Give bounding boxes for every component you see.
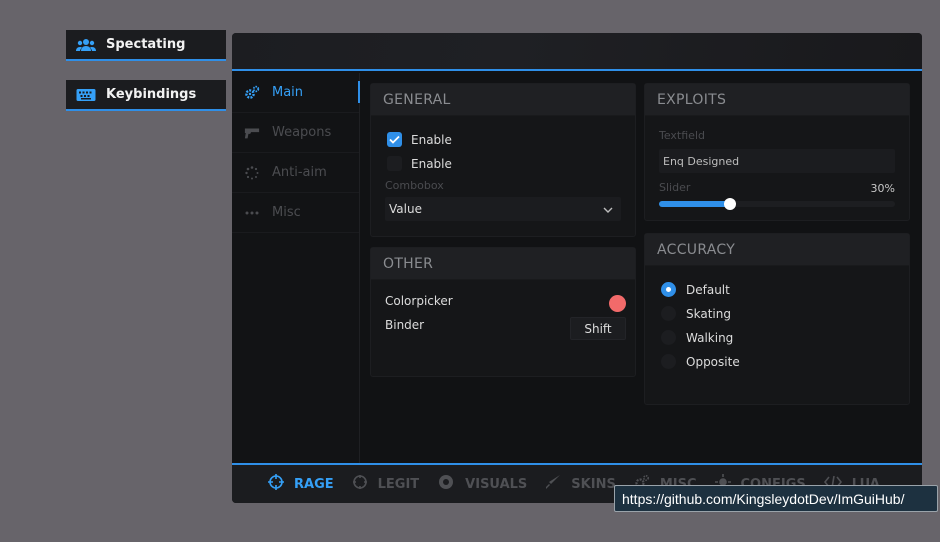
radio-button[interactable] (661, 330, 676, 345)
panel-title: ACCURACY (645, 234, 909, 266)
chevron-down-icon (603, 202, 613, 216)
slider-label: Slider (659, 181, 691, 194)
keybindings-window[interactable]: Keybindings (66, 80, 226, 111)
accuracy-panel: ACCURACY Default Skating Walking Opposit… (644, 233, 910, 405)
enable-checkbox-row[interactable]: Enable (387, 132, 452, 147)
spinner-icon (244, 165, 260, 181)
users-icon (76, 38, 96, 52)
panel-title: EXPLOITS (645, 84, 909, 116)
radio-button[interactable] (661, 354, 676, 369)
url-tooltip: https://github.com/KingsleydotDev/ImGuiH… (614, 485, 938, 512)
sidebar-item-label: Misc (272, 205, 301, 220)
window-header[interactable] (232, 33, 922, 71)
knife-icon (545, 474, 561, 494)
radio-default[interactable]: Default (661, 282, 730, 297)
radio-label: Opposite (686, 354, 740, 369)
sidebar-item-label: Anti-aim (272, 165, 327, 180)
eye-icon (437, 474, 455, 494)
checkbox-unchecked[interactable] (387, 156, 402, 171)
combobox-value: Value (389, 202, 422, 216)
checkbox-label: Enable (411, 132, 452, 147)
sidebar-item-main[interactable]: Main (232, 73, 360, 113)
sidebar: Main Weapons Anti-aim Misc (232, 73, 360, 463)
radio-label: Skating (686, 306, 731, 321)
target-icon (352, 474, 368, 494)
tab-rage[interactable]: RAGE (268, 474, 334, 494)
slider-track[interactable] (659, 198, 895, 210)
keyboard-icon (76, 88, 96, 102)
colorpicker-swatch[interactable] (609, 295, 626, 312)
radio-walking[interactable]: Walking (661, 330, 733, 345)
radio-label: Walking (686, 330, 734, 345)
radio-label: Default (686, 282, 730, 297)
slider-value: 30% (870, 182, 895, 195)
keybindings-title: Keybindings (106, 87, 197, 102)
tab-label: RAGE (294, 476, 334, 492)
combobox-label: Combobox (385, 179, 444, 192)
spectating-title: Spectating (106, 37, 186, 52)
tab-label: SKINS (571, 476, 616, 492)
slider-knob[interactable] (723, 198, 736, 210)
crosshair-icon (268, 474, 284, 494)
slider-fill (659, 201, 730, 207)
binder-button[interactable]: Shift (570, 317, 626, 340)
sidebar-item-label: Main (272, 85, 304, 100)
tab-label: LEGIT (377, 476, 420, 492)
radio-button-selected[interactable] (661, 282, 676, 297)
spectating-window[interactable]: Spectating (66, 30, 226, 61)
textfield-input[interactable]: Enq Designed (659, 149, 895, 173)
textfield-label: Textfield (659, 129, 705, 142)
radio-opposite[interactable]: Opposite (661, 354, 740, 369)
checkbox-checked[interactable] (387, 132, 402, 147)
tab-skins[interactable]: SKINS (545, 474, 616, 494)
sidebar-item-anti-aim[interactable]: Anti-aim (232, 153, 359, 193)
pistol-icon (244, 125, 260, 141)
enable-checkbox-row-2[interactable]: Enable (387, 156, 452, 171)
tab-visuals[interactable]: VISUALS (437, 474, 527, 494)
combobox[interactable]: Value (385, 197, 621, 221)
tab-legit[interactable]: LEGIT (352, 474, 420, 494)
radio-button[interactable] (661, 306, 676, 321)
gears-icon (244, 85, 260, 101)
sidebar-item-misc[interactable]: Misc (232, 193, 359, 233)
panel-title: GENERAL (371, 84, 635, 116)
checkbox-label: Enable (411, 156, 452, 171)
tab-label: VISUALS (465, 476, 528, 492)
exploits-panel: EXPLOITS Textfield Enq Designed Slider 3… (644, 83, 910, 221)
general-panel: GENERAL Enable Enable Combobox Value (370, 83, 636, 237)
colorpicker-label: Colorpicker (385, 294, 453, 308)
sidebar-item-label: Weapons (272, 125, 332, 140)
sidebar-item-weapons[interactable]: Weapons (232, 113, 359, 153)
main-window: Main Weapons Anti-aim Misc GENERAL Enabl… (232, 33, 922, 503)
radio-skating[interactable]: Skating (661, 306, 731, 321)
binder-label: Binder (385, 318, 425, 332)
panel-title: OTHER (371, 248, 635, 280)
other-panel: OTHER Colorpicker Binder Shift (370, 247, 636, 377)
dots-icon (244, 205, 260, 221)
